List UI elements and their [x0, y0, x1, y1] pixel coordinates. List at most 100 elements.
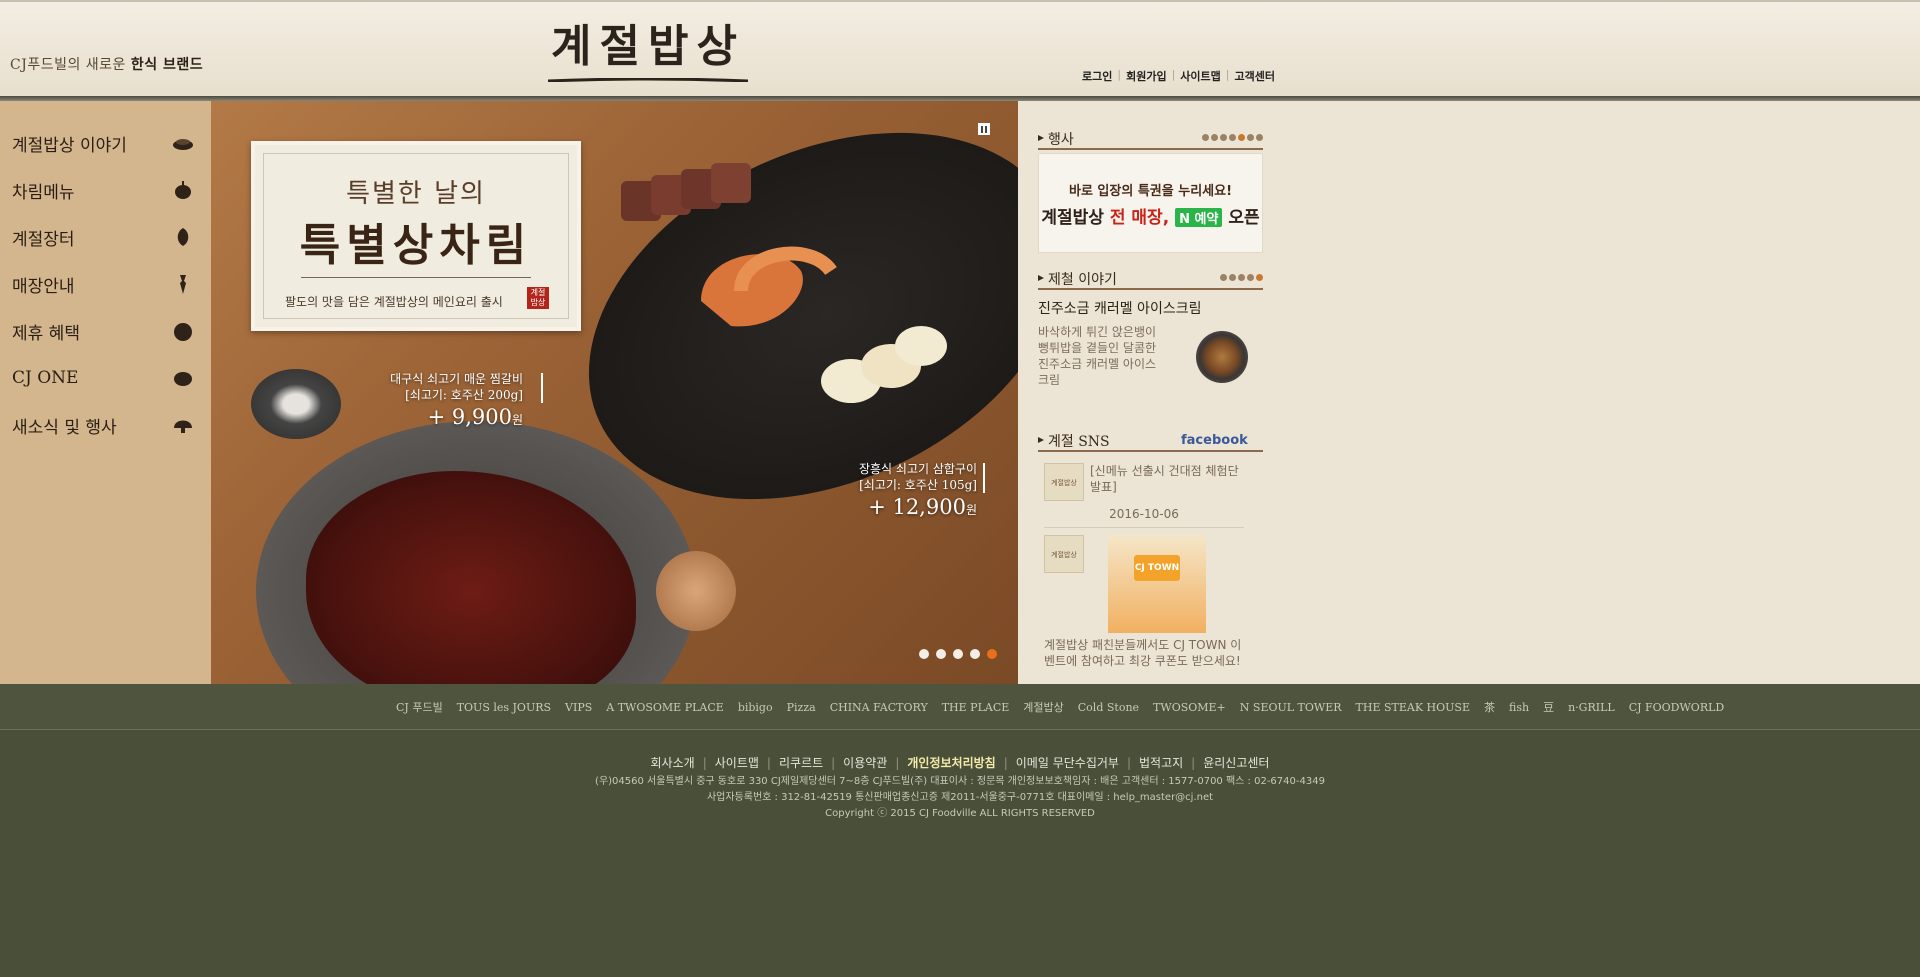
nav-item-story[interactable]: 계절밥상 이야기 [0, 123, 211, 163]
event-banner[interactable]: 바로 입장의 특권을 누리세요! 계절밥상 전 매장, N 예약 오픈 [1038, 153, 1263, 253]
brand-logo[interactable]: N SEOUL TOWER [1240, 701, 1342, 714]
brand-logo[interactable]: CHINA FACTORY [830, 701, 928, 714]
nav-label: 계절밥상 이야기 [12, 135, 127, 156]
footer-link[interactable]: 이메일 무단수집거부 [1016, 756, 1119, 770]
brand-logo[interactable]: n·GRILL [1568, 701, 1615, 714]
brand-logo[interactable]: CJ 푸드빌 [396, 699, 443, 715]
main-nav: 계절밥상 이야기 차림메뉴 계절장터 매장안내 제휴 혜택 CJ ONE 새소식… [0, 101, 211, 684]
story-item-title[interactable]: 진주소금 캐러멜 아이스크림 [1038, 298, 1201, 318]
poster-text: CJ TOWN [1134, 555, 1180, 581]
event-paging[interactable] [1202, 134, 1263, 141]
red-seal-stamp: 계절밥상 [527, 287, 549, 309]
slide-dot-5[interactable] [987, 649, 997, 659]
sns-post-text: [신메뉴 선출시 건대점 체험단 발표] [1090, 464, 1239, 494]
brand-slogan: CJ푸드빌의 새로운 한식 브랜드 [10, 54, 203, 74]
brand-logo[interactable]: bibigo [738, 701, 773, 714]
nav-item-stores[interactable]: 매장안내 [0, 264, 211, 304]
site-logo[interactable]: 계절밥상 [548, 20, 748, 84]
nav-label: 새소식 및 행사 [12, 417, 117, 438]
company-address: (우)04560 서울특별시 중구 동호로 330 CJ제일제당센터 7~8층 … [595, 776, 1325, 787]
brand-logo[interactable]: 계절밥상 [1023, 699, 1063, 715]
logo-text: 계절밥상 [551, 21, 745, 72]
signup-link[interactable]: 회원가입 [1126, 68, 1166, 84]
sns-avatar: 계절밥상 [1044, 463, 1084, 501]
nav-item-menu[interactable]: 차림메뉴 [0, 170, 211, 210]
apple-icon [174, 372, 192, 386]
footer-link[interactable]: 개인정보처리방침 [907, 756, 995, 770]
price-item-detail: [쇠고기: 호주산 200g] [405, 388, 523, 402]
chestnut-icon [174, 323, 192, 341]
facebook-link[interactable]: facebook [1181, 433, 1248, 448]
brand-logo[interactable]: A TWOSOME PLACE [606, 701, 724, 714]
footer-link[interactable]: 사이트맵 [715, 756, 759, 770]
bowl-icon [173, 139, 193, 150]
brand-logo[interactable]: VIPS [565, 701, 592, 714]
nav-label: 계절장터 [12, 229, 75, 250]
scallop-image [821, 326, 947, 403]
hero-description: 팔도의 맛을 담은 계절밥상의 메인요리 출시 [285, 295, 503, 309]
price-value: + 12,900원 [868, 495, 977, 519]
cj-town-poster-image[interactable]: CJ TOWN [1108, 535, 1206, 633]
hero-slider[interactable]: 특별한 날의 특별상차림 팔도의 맛을 담은 계절밥상의 메인요리 출시 계절밥… [211, 101, 1018, 684]
brand-logo[interactable]: CJ FOODWORLD [1629, 701, 1725, 714]
story-paging[interactable] [1220, 274, 1263, 281]
nav-label: 제휴 혜택 [12, 323, 80, 344]
brand-logo[interactable]: TOUS les JOURS [457, 701, 551, 714]
brand-logo[interactable]: Cold Stone [1078, 701, 1139, 714]
brand-logo[interactable]: 豆 [1543, 699, 1554, 715]
brand-logo[interactable]: THE STEAK HOUSE [1356, 701, 1470, 714]
slide-dot-2[interactable] [936, 649, 946, 659]
nav-item-cjone[interactable]: CJ ONE [0, 358, 211, 398]
slogan-bold: 한식 브랜드 [130, 57, 204, 73]
nav-label: 차림메뉴 [12, 182, 75, 203]
section-title: 계절 SNS [1048, 434, 1110, 450]
beef-slices-image [621, 163, 751, 221]
footer-link[interactable]: 이용약관 [843, 756, 887, 770]
brand-logo[interactable]: TWOSOME+ [1153, 701, 1226, 714]
nav-label: CJ ONE [12, 368, 79, 388]
nav-item-news[interactable]: 새소식 및 행사 [0, 405, 211, 445]
sitemap-link[interactable]: 사이트맵 [1180, 68, 1220, 84]
slide-dot-1[interactable] [919, 649, 929, 659]
price-tag-grill: 장흥식 쇠고기 삼합구이 [쇠고기: 호주산 105g] + 12,900원 [777, 461, 977, 524]
story-section-header: 제철 이야기 [1038, 269, 1263, 290]
hero-title: 특별상차림 [299, 220, 533, 271]
price-item-name: 장흥식 쇠고기 삼합구이 [858, 462, 977, 476]
slide-dot-4[interactable] [970, 649, 980, 659]
pause-icon[interactable] [978, 123, 990, 135]
sns-post-date: 2016-10-06 [1109, 507, 1179, 521]
price-tag-ribs: 대구식 쇠고기 매운 찜갈비 [쇠고기: 호주산 200g] + 9,900원 [323, 371, 523, 434]
brass-spoon-image [656, 551, 736, 631]
brand-logo[interactable]: 茶 [1484, 699, 1495, 715]
nav-label: 매장안내 [12, 276, 75, 297]
brand-logo-list: CJ 푸드빌 TOUS les JOURS VIPS A TWOSOME PLACE b… [396, 684, 1724, 730]
footer-link[interactable]: 리쿠르트 [779, 756, 823, 770]
section-title: 제철 이야기 [1048, 272, 1117, 288]
brand-logo[interactable]: fish [1509, 701, 1529, 714]
copyright: Copyright ⓒ 2015 CJ Foodville ALL RIGHTS… [825, 808, 1095, 819]
leaf-icon [177, 228, 189, 246]
slide-dot-3[interactable] [953, 649, 963, 659]
customer-center-link[interactable]: 고객센터 [1235, 68, 1275, 84]
pumpkin-icon [175, 181, 191, 199]
brand-logo[interactable]: THE PLACE [942, 701, 1010, 714]
hero-title-card: 특별한 날의 특별상차림 팔도의 맛을 담은 계절밥상의 메인요리 출시 계절밥… [251, 141, 581, 331]
price-value: + 9,900원 [427, 405, 523, 429]
ice-cream-image[interactable] [1196, 331, 1248, 383]
footer-link[interactable]: 윤리신고센터 [1203, 756, 1269, 770]
nav-item-market[interactable]: 계절장터 [0, 217, 211, 257]
utility-nav: 로그인 | 회원가입 | 사이트맵 | 고객센터 [1082, 68, 1275, 84]
naver-reservation-badge: N 예약 [1175, 208, 1223, 227]
footer-link[interactable]: 회사소개 [651, 756, 695, 770]
logo-underline [548, 78, 748, 82]
story-item-desc: 바삭하게 튀긴 앉은뱅이 뻥튀밥을 곁들인 달콤한 진주소금 캐러멜 아이스크림 [1038, 325, 1157, 387]
footer-link[interactable]: 법적고지 [1139, 756, 1183, 770]
footer-links: 회사소개 | 사이트맵 | 리쿠르트 | 이용약관 | 개인정보처리방침 | 이메일 무단수집거부 |… [650, 756, 1270, 770]
login-link[interactable]: 로그인 [1082, 68, 1112, 84]
business-registration: 사업자등록번호 : 312-81-42519 통신판매업종신고증 제2011-서… [706, 792, 1214, 803]
nav-item-benefits[interactable]: 제휴 혜택 [0, 311, 211, 351]
sns-feed: 계절밥상 [신메뉴 선출시 건대점 체험단 발표] 2016-10-06 계절밥… [1038, 457, 1263, 684]
section-title: 행사 [1048, 132, 1074, 148]
family-brand-strip: CJ 푸드빌 TOUS les JOURS VIPS A TWOSOME PLACE b… [0, 684, 1920, 730]
brand-logo[interactable]: Pizza [787, 701, 816, 714]
